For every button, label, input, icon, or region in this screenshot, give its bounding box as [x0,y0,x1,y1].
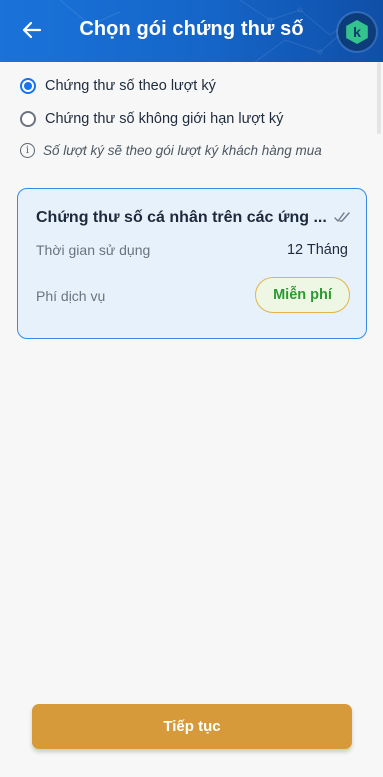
radio-button-unchecked[interactable] [20,111,36,127]
app-logo-button[interactable]: k [338,13,376,51]
fee-badge: Miễn phí [255,277,350,313]
page-title: Chọn gói chứng thư số [79,18,304,40]
package-title: Chứng thư số cá nhân trên các ứng ... [36,209,327,226]
radio-button-checked[interactable] [20,78,36,94]
double-check-icon [334,212,350,222]
hexagon-logo-icon: k [346,20,368,44]
option-per-signature-label: Chứng thư số theo lượt ký [45,78,216,94]
option-unlimited[interactable]: Chứng thư số không giới hạn lượt ký [20,111,283,127]
logo-letter: k [353,24,361,40]
info-note: i Số lượt ký sẽ theo gói lượt ký khách h… [20,143,322,158]
app-header: Chọn gói chứng thư số k [0,0,383,62]
info-icon: i [20,143,35,158]
fee-label: Phí dịch vụ [36,288,106,304]
continue-button[interactable]: Tiếp tục [32,704,352,749]
duration-label: Thời gian sử dụng [36,242,151,258]
option-per-signature[interactable]: Chứng thư số theo lượt ký [20,78,216,94]
duration-value: 12 Tháng [286,242,348,258]
scrollbar[interactable] [377,62,381,134]
certificate-package-card[interactable]: Chứng thư số cá nhân trên các ứng ... Th… [17,188,367,339]
info-note-text: Số lượt ký sẽ theo gói lượt ký khách hàn… [43,143,322,158]
option-unlimited-label: Chứng thư số không giới hạn lượt ký [45,111,284,127]
